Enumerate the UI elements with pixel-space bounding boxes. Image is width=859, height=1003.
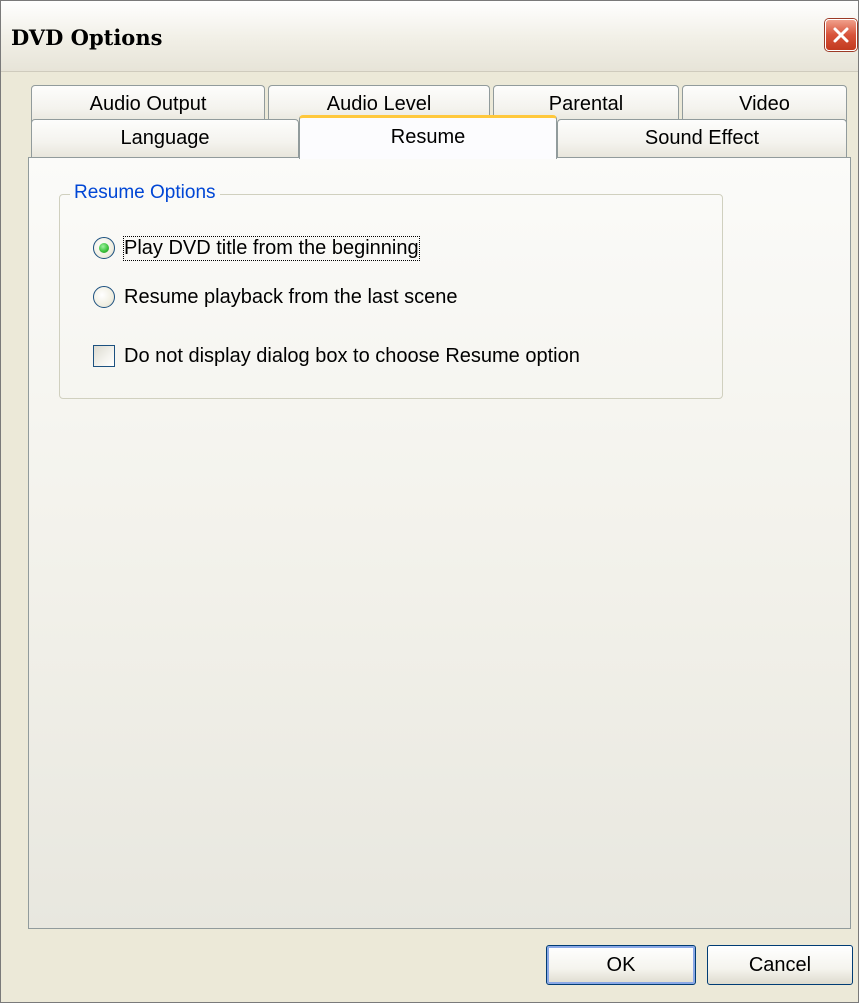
- ok-button[interactable]: OK: [546, 945, 696, 985]
- tab-label: Audio Output: [89, 93, 207, 115]
- title-bar[interactable]: DVD Options: [1, 1, 858, 72]
- window-title: DVD Options: [11, 25, 163, 50]
- tab-audio-output[interactable]: Audio Output: [31, 85, 265, 123]
- tab-label: Resume: [390, 126, 466, 148]
- checkbox-no-resume-dialog-label[interactable]: Do not display dialog box to choose Resu…: [124, 345, 580, 368]
- tab-video[interactable]: Video: [682, 85, 847, 123]
- resume-tab-panel: Resume Options Play DVD title from the b…: [28, 157, 851, 929]
- resume-options-group: Resume Options Play DVD title from the b…: [59, 182, 723, 399]
- tab-language[interactable]: Language: [31, 119, 299, 157]
- radio-selected-dot: [99, 243, 109, 253]
- tab-resume[interactable]: Resume: [299, 115, 557, 159]
- radio-play-from-beginning[interactable]: [93, 237, 115, 259]
- tab-label: Video: [739, 93, 790, 115]
- tab-label: Sound Effect: [644, 127, 760, 149]
- radio-play-from-beginning-label[interactable]: Play DVD title from the beginning: [123, 236, 420, 261]
- group-legend: Resume Options: [70, 182, 220, 204]
- dvd-options-dialog: DVD Options Audio Output Audio Level Par…: [0, 0, 859, 1003]
- checkbox-no-resume-dialog[interactable]: [93, 345, 115, 367]
- close-button[interactable]: [825, 19, 857, 51]
- radio-resume-last-scene-label[interactable]: Resume playback from the last scene: [124, 286, 458, 309]
- cancel-button[interactable]: Cancel: [707, 945, 853, 985]
- radio-resume-last-scene[interactable]: [93, 286, 115, 308]
- tab-label: Language: [120, 127, 210, 149]
- tab-sound-effect[interactable]: Sound Effect: [557, 119, 847, 157]
- close-icon: [833, 27, 849, 43]
